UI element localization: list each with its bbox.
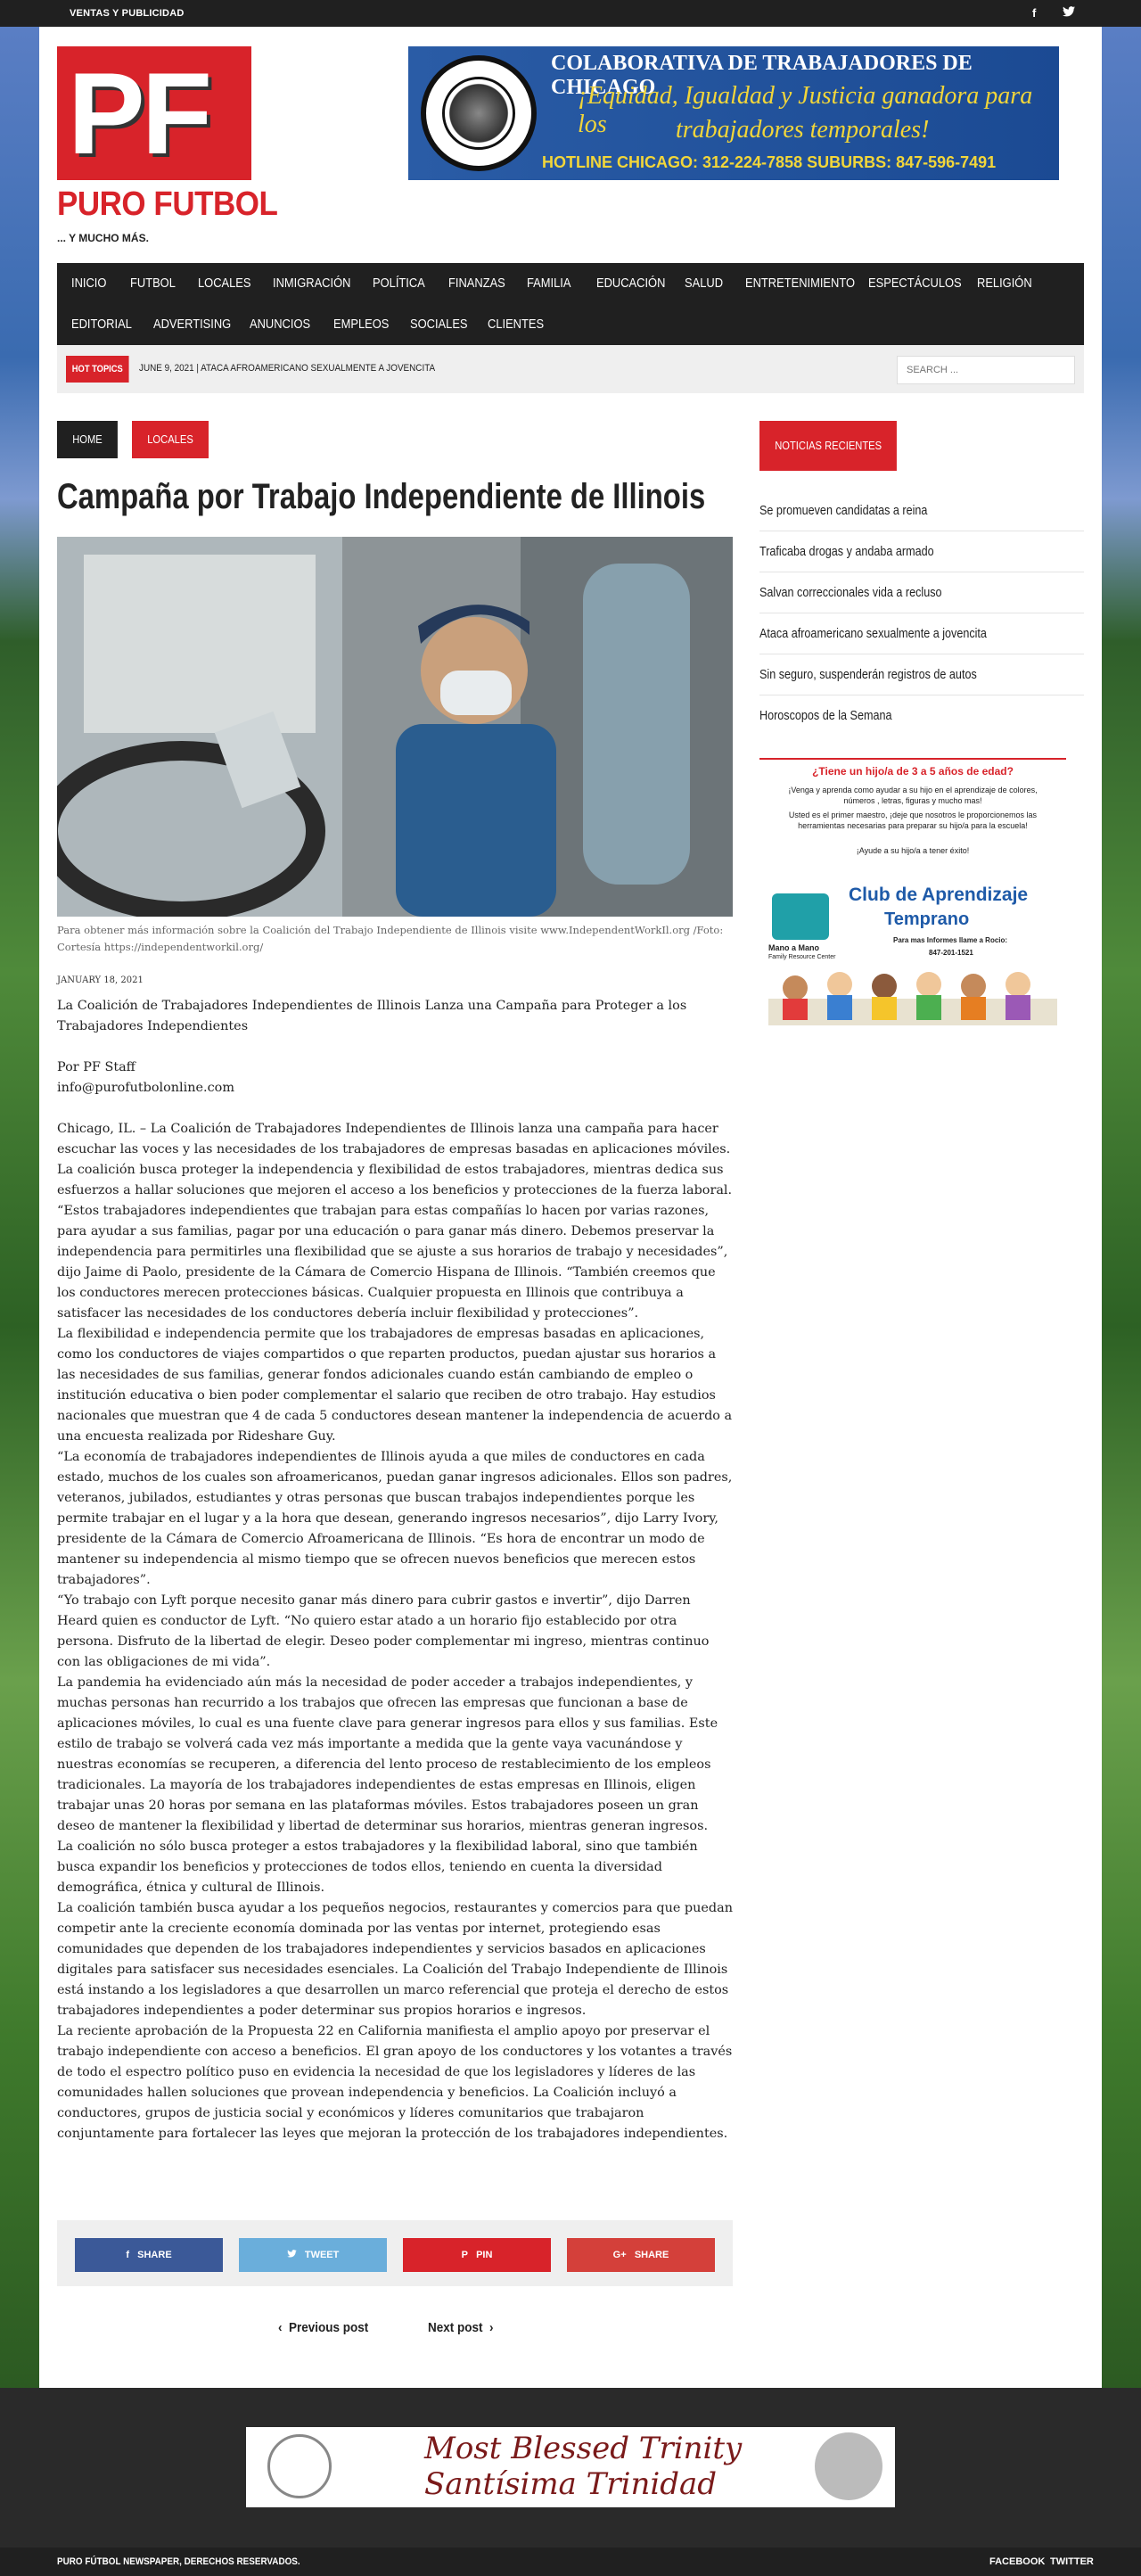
article-photo	[57, 537, 733, 917]
recent-news-item[interactable]: Sin seguro, suspenderán registros de aut…	[759, 654, 1084, 695]
article-email: info@purofutbolonline.com	[57, 1081, 234, 1095]
recent-news-item[interactable]: Ataca afroamericano sexualmente a jovenc…	[759, 613, 1084, 654]
article-paragraph: “La economía de trabajadores independien…	[57, 1450, 733, 1587]
ad-question: ¿Tiene un hijo/a de 3 a 5 años de edad?	[812, 765, 1014, 778]
nav-item-educacion[interactable]: EDUCACIÓN	[596, 263, 665, 304]
site-logo[interactable]: PF	[57, 46, 251, 180]
pinterest-share-button[interactable]: P PIN	[403, 2238, 551, 2272]
article-title: Campaña por Trabajo Independiente de Ill…	[57, 477, 706, 516]
google-plus-icon: G+	[612, 2250, 627, 2260]
nav-item-finanzas[interactable]: FINANZAS	[448, 263, 505, 304]
share-bar: f SHARE TWEET P PIN G+ SHARE	[57, 2220, 733, 2286]
article-paragraph: La coalición no sólo busca proteger a es…	[57, 1839, 698, 1895]
photo-caption: Para obtener más información sobre la Co…	[57, 924, 724, 953]
nav-item-espectaculos[interactable]: ESPECTÁCULOS	[868, 263, 962, 304]
trinity-knot-icon	[267, 2434, 332, 2498]
hand-logo-icon	[772, 893, 829, 940]
next-post-link[interactable]: Next post ›	[428, 2320, 494, 2335]
chevron-right-icon: ›	[482, 2320, 494, 2335]
recent-news-item[interactable]: Horoscopos de la Semana	[759, 695, 1084, 737]
twitter-icon[interactable]	[1063, 6, 1075, 20]
hot-topics-badge: HOT TOPICS	[66, 356, 129, 383]
footer-copyright: PURO FÚTBOL NEWSPAPER, DERECHOS RESERVAD…	[57, 2556, 300, 2567]
article-paragraph: “Yo trabajo con Lyft porque necesito gan…	[57, 1593, 710, 1669]
header-banner-ad[interactable]: COLABORATIVA DE TRABAJADORES DE CHICAGO …	[408, 46, 1059, 180]
nav-item-inicio[interactable]: INICIO	[71, 263, 106, 304]
chevron-left-icon: ‹	[278, 2320, 290, 2335]
footer-ad-line-2: Santísima Trinidad	[424, 2466, 718, 2502]
footer-banner-ad[interactable]: Most Blessed Trinity Santísima Trinidad	[246, 2427, 895, 2507]
nav-item-inmigracion[interactable]: INMIGRACIÓN	[273, 263, 350, 304]
page-container: PF PURO FUTBOL ... Y MUCHO MÁS. COLABORA…	[39, 27, 1102, 2388]
article-paragraph: La coalición también busca ayudar a los …	[57, 1901, 733, 2018]
nav-item-familia[interactable]: FAMILIA	[527, 263, 570, 304]
previous-post-link[interactable]: ‹ Previous post	[278, 2320, 368, 2335]
nav-item-religion[interactable]: RELIGIÓN	[977, 263, 1032, 304]
children-illustration	[768, 972, 1057, 1025]
nav-item-editorial[interactable]: EDITORIAL	[71, 304, 132, 345]
ad-club-subtitle: Temprano	[884, 909, 970, 929]
facebook-share-button[interactable]: f SHARE	[75, 2238, 223, 2272]
top-bar: VENTAS Y PUBLICIDAD f	[0, 0, 1141, 27]
breadcrumb-home[interactable]: HOME	[57, 421, 118, 458]
ad-line-3: ¡Ayude a su hijo/a a tener éxito!	[856, 846, 970, 855]
footer-facebook-link[interactable]: FACEBOOK	[989, 2556, 1045, 2567]
nav-item-clientes[interactable]: CLIENTES	[488, 304, 544, 345]
article-date: JANUARY 18, 2021	[57, 975, 144, 985]
ad-club-title: Club de Aprendizaje	[849, 885, 1029, 905]
article-body: La Coalición de Trabajadores Independien…	[57, 996, 733, 2144]
article-paragraph: Chicago, IL. – La Coalición de Trabajado…	[57, 1122, 733, 1197]
twitter-icon	[286, 2250, 300, 2260]
article-paragraph: La flexibilidad e independencia permite …	[57, 1327, 733, 1444]
footer-twitter-link[interactable]: TWITTER	[1050, 2556, 1094, 2567]
facebook-icon[interactable]: f	[1032, 6, 1036, 20]
hot-topic-headline[interactable]: JUNE 9, 2021 | ATACA AFROAMERICANO SEXUA…	[139, 363, 435, 374]
breadcrumb-locales[interactable]: LOCALES	[132, 421, 209, 458]
article-paragraph: La pandemia ha evidenciado aún más la ne…	[57, 1675, 718, 1833]
recent-news-heading: NOTICIAS RECIENTES	[759, 421, 898, 471]
article-paragraph: La reciente aprobación de la Propuesta 2…	[57, 2024, 733, 2141]
church-seal-icon	[815, 2432, 882, 2500]
footer-ad-line-1: Most Blessed Trinity	[424, 2431, 743, 2466]
banner-line-3: trabajadores temporales!	[676, 116, 930, 144]
nav-item-advertising[interactable]: ADVERTISING	[153, 304, 231, 345]
ad-info: Para mas Informes llame a Rocio:	[893, 936, 1008, 944]
workers-seal-icon	[421, 55, 537, 171]
nav-item-empleos[interactable]: EMPLEOS	[333, 304, 389, 345]
sidebar-ad-club[interactable]: ¿Tiene un hijo/a de 3 a 5 años de edad? …	[759, 758, 1066, 1034]
ad-mano-name: Mano a Mano	[768, 943, 820, 952]
nav-item-entretenimiento[interactable]: ENTRETENIMIENTO	[745, 263, 855, 304]
hot-topics-bar: HOT TOPICS JUNE 9, 2021 | ATACA AFROAMER…	[57, 345, 1084, 393]
nav-item-locales[interactable]: LOCALES	[198, 263, 251, 304]
facebook-icon: f	[126, 2250, 129, 2260]
site-tagline: ... Y MUCHO MÁS.	[57, 232, 149, 244]
nav-item-anuncios[interactable]: ANUNCIOS	[250, 304, 310, 345]
ad-line-2: Usted es el primer maestro, ¡deje que no…	[788, 811, 1038, 830]
recent-news-item[interactable]: Se promueven candidatas a reina	[759, 490, 1084, 531]
google-plus-share-button[interactable]: G+ SHARE	[567, 2238, 715, 2272]
ad-line-1: ¡Venga y aprenda como ayudar a su hijo e…	[788, 786, 1038, 805]
recent-news-item[interactable]: Traficaba drogas y andaba armado	[759, 531, 1084, 572]
article-byline: Por PF Staff	[57, 1060, 135, 1074]
search-input[interactable]	[897, 356, 1075, 384]
sales-link[interactable]: VENTAS Y PUBLICIDAD	[70, 8, 185, 19]
footer-bottom-bar: PURO FÚTBOL NEWSPAPER, DERECHOS RESERVAD…	[0, 2547, 1141, 2576]
pinterest-icon: P	[461, 2250, 468, 2260]
ad-phone: 847-201-1521	[929, 949, 973, 957]
recent-news-item[interactable]: Salvan correccionales vida a recluso	[759, 572, 1084, 613]
ad-mano-sub: Family Resource Center	[768, 954, 836, 960]
nav-item-futbol[interactable]: FUTBOL	[130, 263, 176, 304]
article-subtitle: La Coalición de Trabajadores Independien…	[57, 999, 687, 1033]
banner-hotline: HOTLINE CHICAGO: 312-224-7858 SUBURBS: 8…	[542, 153, 997, 171]
main-nav: INICIO FUTBOL LOCALES INMIGRACIÓN POLÍTI…	[57, 263, 1084, 345]
article-paragraph: “Estos trabajadores independientes que t…	[57, 1204, 728, 1321]
site-name[interactable]: PURO FUTBOL	[57, 185, 278, 224]
twitter-share-button[interactable]: TWEET	[239, 2238, 387, 2272]
nav-item-politica[interactable]: POLÍTICA	[373, 263, 425, 304]
nav-item-sociales[interactable]: SOCIALES	[410, 304, 468, 345]
nav-item-salud[interactable]: SALUD	[685, 263, 723, 304]
logo-letters: PF	[68, 48, 212, 178]
